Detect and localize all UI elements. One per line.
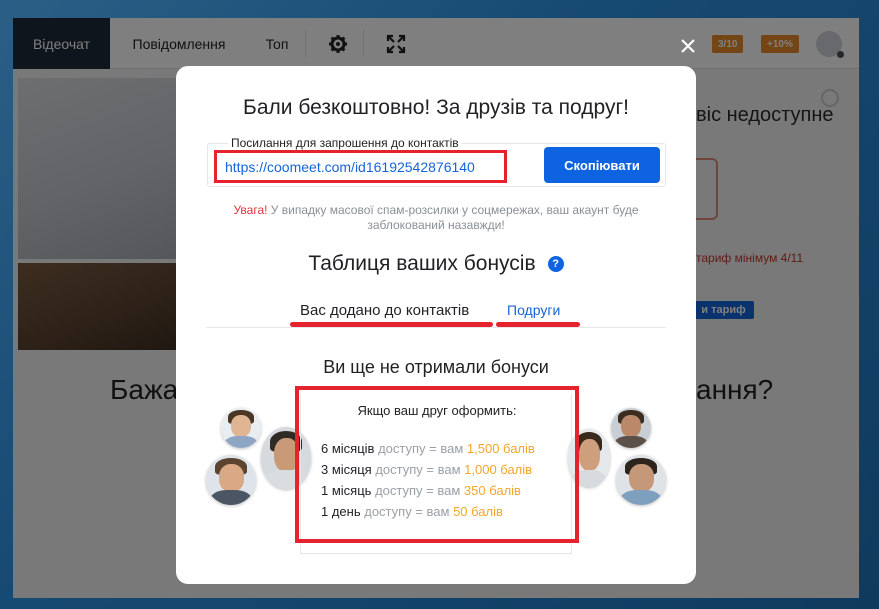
tab-friends[interactable]: Подруги (507, 302, 560, 318)
warning-text: У випадку масової спам-розсилки у соцмер… (267, 203, 639, 232)
term-points: 350 балів (463, 483, 521, 498)
term-access: доступу = вам (378, 441, 464, 456)
term-points: 1,500 балів (466, 441, 535, 456)
term-period: 1 місяць (321, 483, 372, 498)
term-points: 50 балів (453, 504, 503, 519)
tab-added-to-contacts[interactable]: Вас додано до контактів (300, 302, 469, 319)
bonus-table-title: Таблиця ваших бонусів (308, 252, 536, 275)
term-access: доступу = вам (364, 504, 450, 519)
close-icon[interactable] (676, 34, 700, 58)
bonus-term-row: 6 місяців доступу = вам 1,500 балів (321, 441, 535, 456)
avatar (611, 408, 651, 448)
avatar (206, 455, 256, 505)
term-period: 1 день (321, 504, 361, 519)
bonus-term-row: 3 місяця доступу = вам 1,000 балів (321, 462, 532, 477)
terms-header: Якщо ваш друг оформить: (357, 403, 517, 418)
warning-label: Увага! (233, 203, 268, 217)
spam-warning: Увага! У випадку масової спам-розсилки у… (226, 203, 646, 233)
avatar (221, 408, 261, 448)
bonus-modal: Бали безкоштовно! За друзів та подруг! П… (176, 66, 696, 584)
bonus-term-row: 1 день доступу = вам 50 балів (321, 504, 503, 519)
tabs-divider (206, 327, 666, 328)
term-access: доступу = вам (375, 483, 461, 498)
bonus-term-row: 1 місяць доступу = вам 350 балів (321, 483, 521, 498)
help-icon[interactable]: ? (547, 256, 564, 272)
bonus-table-heading: Таблиця ваших бонусів ? (176, 252, 696, 276)
term-period: 6 місяців (321, 441, 375, 456)
term-points: 1,000 балів (464, 462, 533, 477)
invite-link-label: Посилання для запрошення до контактів (228, 136, 462, 150)
highlight-underline (496, 322, 580, 327)
modal-title: Бали безкоштовно! За друзів та подруг! (243, 96, 629, 119)
copy-button[interactable]: Скопіювати (544, 147, 660, 183)
term-period: 3 місяця (321, 462, 372, 477)
no-bonus-message: Ви ще не отримали бонуси (323, 357, 549, 377)
avatar (616, 455, 666, 505)
term-access: доступу = вам (375, 462, 461, 477)
invite-url-field[interactable]: https://coomeet.com/id16192542876140 (214, 150, 507, 183)
highlight-underline (290, 322, 493, 327)
